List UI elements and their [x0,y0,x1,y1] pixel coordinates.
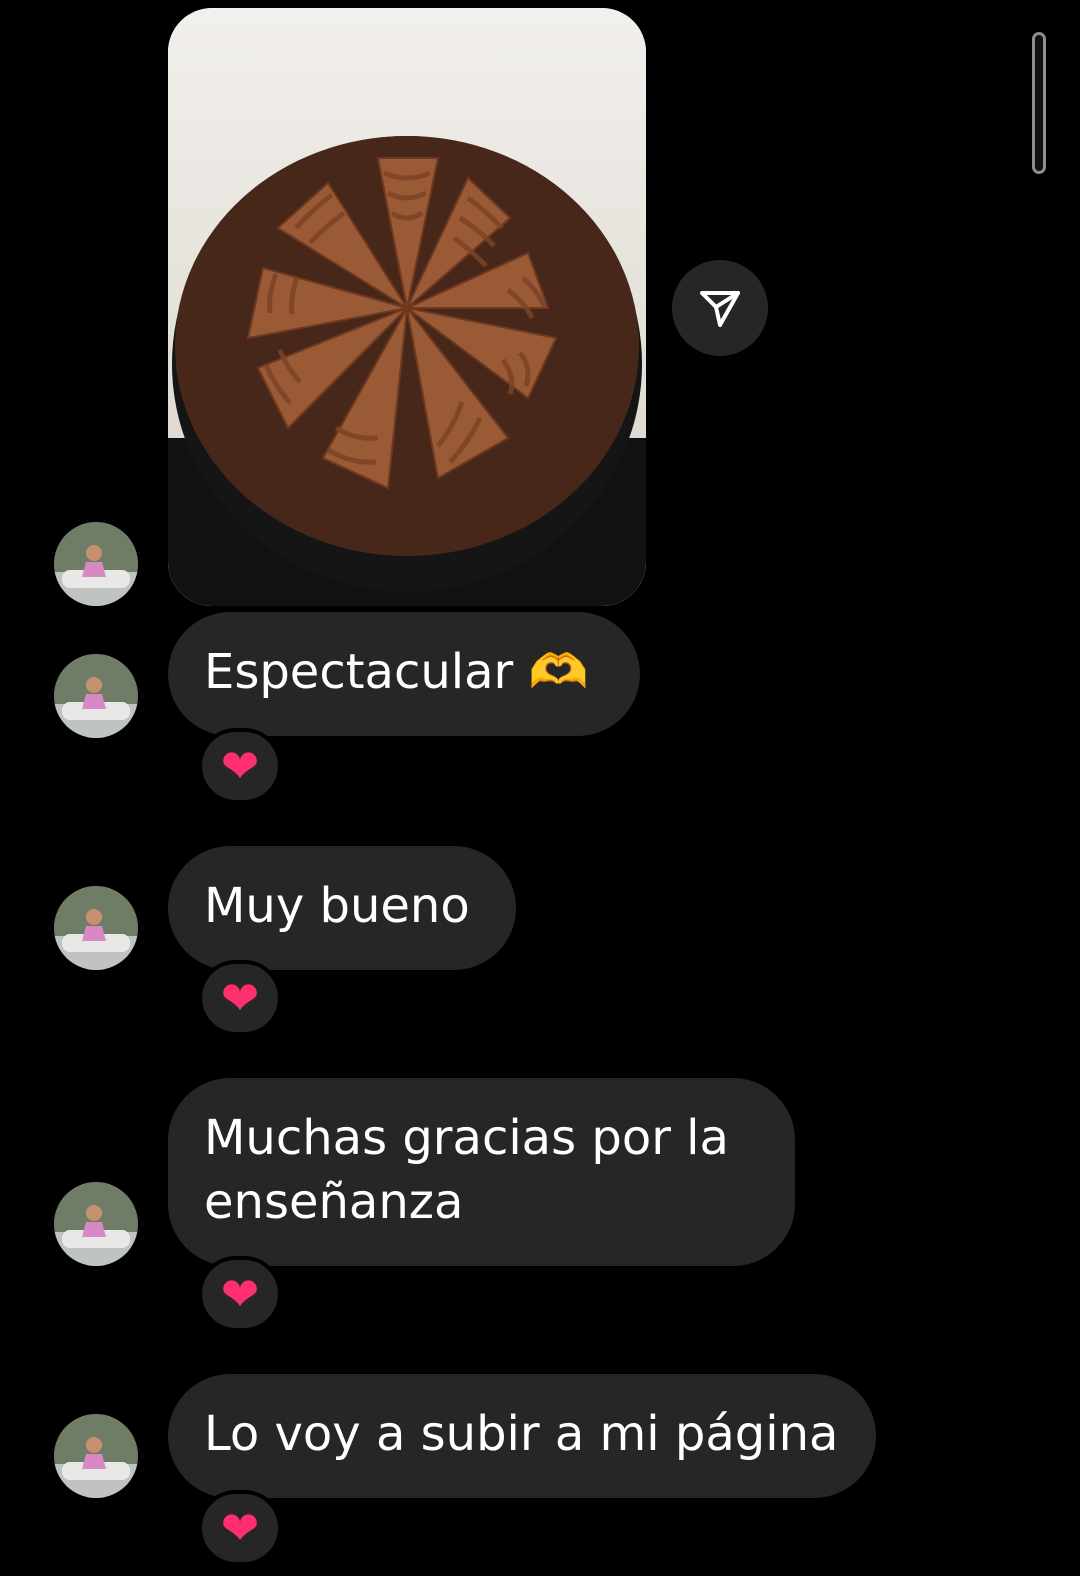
share-button[interactable] [672,260,768,356]
avatar[interactable] [54,522,138,606]
message-bubble[interactable]: Lo voy a subir a mi página [168,1374,876,1498]
avatar[interactable] [54,1182,138,1266]
heart-reaction[interactable]: ❤ [198,728,282,804]
heart-reaction[interactable]: ❤ [198,960,282,1036]
scrollbar[interactable] [1032,32,1046,174]
heart-icon: ❤ [220,739,260,793]
shared-cake-photo[interactable] [168,8,646,606]
message-bubble[interactable]: Muy bueno [168,846,516,970]
heart-reaction[interactable]: ❤ [198,1490,282,1566]
message-bubble[interactable]: Espectacular 🫶 [168,612,640,736]
paper-plane-icon [700,291,740,327]
message-text: Lo voy a subir a mi página [204,1406,839,1462]
heart-icon: ❤ [220,1267,260,1321]
heart-reaction[interactable]: ❤ [198,1256,282,1332]
message-text: Espectacular [204,644,514,700]
heart-icon: ❤ [220,1501,260,1555]
heart-icon: ❤ [220,971,260,1025]
avatar[interactable] [54,1414,138,1498]
cake-image [168,8,646,606]
hands-heart-emoji: 🫶 [528,644,589,700]
message-bubble[interactable]: Muchas gracias por la enseñanza [168,1078,795,1266]
avatar[interactable] [54,654,138,738]
message-text: Muchas gracias por la enseñanza [204,1110,729,1230]
message-text: Muy bueno [204,878,470,934]
avatar[interactable] [54,886,138,970]
